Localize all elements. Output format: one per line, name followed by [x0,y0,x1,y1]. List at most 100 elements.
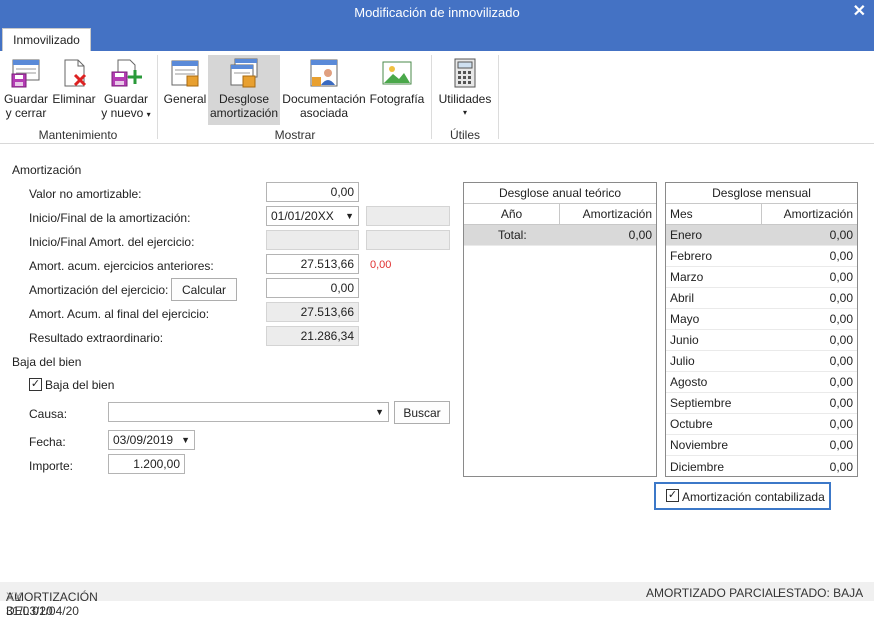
month-value: 0,00 [829,417,853,431]
group-label-mantenimiento: Mantenimiento [38,128,118,142]
valor-no-amortizable-field[interactable]: 0,00 [266,182,359,202]
chevron-down-icon[interactable]: ▼ [375,405,384,419]
group-label-utiles: Útiles [449,128,480,142]
label-del-ejercicio: Amortización del ejercicio: [29,283,169,297]
save-close-button[interactable]: Guardar y cerrar [4,57,48,120]
final-ejercicio-field[interactable] [366,230,450,250]
fecha-date[interactable]: 03/09/2019 ▼ [108,430,195,450]
desglose-mensual-title: Desglose mensual [666,183,857,204]
column-header-amortizacion[interactable]: Amortización [762,204,857,224]
general-button[interactable]: General [162,57,208,106]
label-inicio-final: Inicio/Final de la amortización: [29,211,191,225]
amortizacion-contabilizada-checkbox[interactable]: ✓ [666,489,679,502]
chevron-down-icon[interactable]: ▼ [345,209,354,223]
window-title: Modificación de inmovilizado [354,5,520,20]
final-amortizacion-field[interactable] [366,206,450,226]
month-name: Noviembre [670,438,729,452]
breakdown-button[interactable]: Desglose amortización [208,55,280,125]
acum-final-field: 27.513,66 [266,302,359,322]
table-row[interactable]: Marzo 0,00 [666,267,857,288]
inicio-ejercicio-field[interactable] [266,230,359,250]
main-content: Amortización Valor no amortizable: 0,00 … [0,145,874,582]
month-name: Julio [670,354,695,368]
close-icon[interactable]: ✕ [853,1,866,21]
table-row[interactable]: Mayo 0,00 [666,309,857,330]
delete-label: Eliminar [52,92,96,106]
utilities-icon [454,58,476,88]
label-inicio-final-ejercicio: Inicio/Final Amort. del ejercicio: [29,235,195,249]
photo-button[interactable]: Fotografía [368,57,426,106]
table-row[interactable]: Total: 0,00 [464,225,656,246]
table-row[interactable]: Enero 0,00 [666,225,857,246]
breakdown-label-1: Desglose [218,92,270,106]
month-name: Febrero [670,249,713,263]
desglose-mensual-header: Mes Amortización [666,204,857,225]
tab-inmovilizado[interactable]: Inmovilizado [2,28,91,51]
table-row[interactable]: Febrero 0,00 [666,246,857,267]
month-value: 0,00 [829,228,853,242]
causa-select[interactable]: ▼ [108,402,389,422]
month-name: Septiembre [670,396,732,410]
ribbon-tabbar: Inmovilizado [0,25,874,51]
calculate-button[interactable]: Calcular [171,278,237,301]
utilities-button[interactable]: Utilidades ▾ [436,57,494,120]
photo-icon [382,61,412,85]
inicio-amortizacion-date[interactable]: 01/01/20XX ▼ [266,206,359,226]
utilities-label: Utilidades [438,92,492,106]
month-value: 0,00 [829,459,853,474]
search-button[interactable]: Buscar [394,401,450,424]
delete-button[interactable]: Eliminar [52,57,96,106]
month-value: 0,00 [829,333,853,347]
column-header-ano[interactable]: Año [464,204,560,224]
baja-checkbox[interactable]: ✓ [29,378,42,391]
month-value: 0,00 [829,375,853,389]
table-row[interactable]: Noviembre 0,00 [666,435,857,456]
month-value: 0,00 [829,291,853,305]
amortizacion-contabilizada-box[interactable]: ✓ Amortización contabilizada [654,482,831,510]
save-close-icon [11,59,40,88]
documentation-label-2: asociada [299,106,349,120]
month-name: Diciembre [670,459,725,474]
table-row[interactable]: Diciembre 0,00 [666,456,857,477]
acum-anteriores-field[interactable]: 27.513,66 [266,254,359,274]
desglose-anual-title: Desglose anual teórico [464,183,656,204]
column-header-amortizacion[interactable]: Amortización [560,204,656,224]
chevron-down-icon[interactable]: ▼ [181,433,190,447]
save-new-icon [111,59,142,87]
save-new-button[interactable]: Guardar y nuevo ▾ [100,57,152,122]
breakdown-label-2: amortización [209,106,279,120]
total-value: 0,00 [628,228,652,242]
table-row[interactable]: Junio 0,00 [666,330,857,351]
table-row[interactable]: Abril 0,00 [666,288,857,309]
group-separator [431,55,432,139]
label-causa: Causa: [29,407,68,421]
month-name: Enero [670,228,703,242]
column-header-mes[interactable]: Mes [666,204,762,224]
table-row[interactable]: Septiembre 0,00 [666,393,857,414]
status-amortization-state: AMORTIZADO PARCIAL [646,586,780,600]
month-value: 0,00 [829,354,853,368]
resultado-field: 21.286,34 [266,326,359,346]
table-row[interactable]: Agosto 0,00 [666,372,857,393]
total-label: Total: [498,228,527,242]
status-bar: AMORTIZACIÓN DEL 01/04/20 XX AL 31/03/20 X… [0,582,874,618]
save-close-label-1: Guardar [3,92,49,106]
table-row[interactable]: Julio 0,00 [666,351,857,372]
documentation-button[interactable]: Documentación asociada [282,57,366,120]
desglose-anual-header: Año Amortización [464,204,656,225]
table-row[interactable]: Octubre 0,00 [666,414,857,435]
month-name: Marzo [670,270,704,284]
general-label: General [163,92,207,106]
general-icon [171,60,199,87]
window-titlebar: Modificación de inmovilizado ✕ [0,0,874,25]
section-title-amortizacion: Amortización [12,163,82,177]
importe-field[interactable]: 1.200,00 [108,454,185,474]
month-name: Octubre [670,417,713,431]
document-icon [310,59,338,87]
month-name: Mayo [670,312,700,326]
month-value: 0,00 [829,396,853,410]
month-value: 0,00 [829,270,853,284]
save-new-label-1: Guardar [103,92,149,106]
month-name: Abril [670,291,695,305]
del-ejercicio-field[interactable]: 0,00 [266,278,359,298]
